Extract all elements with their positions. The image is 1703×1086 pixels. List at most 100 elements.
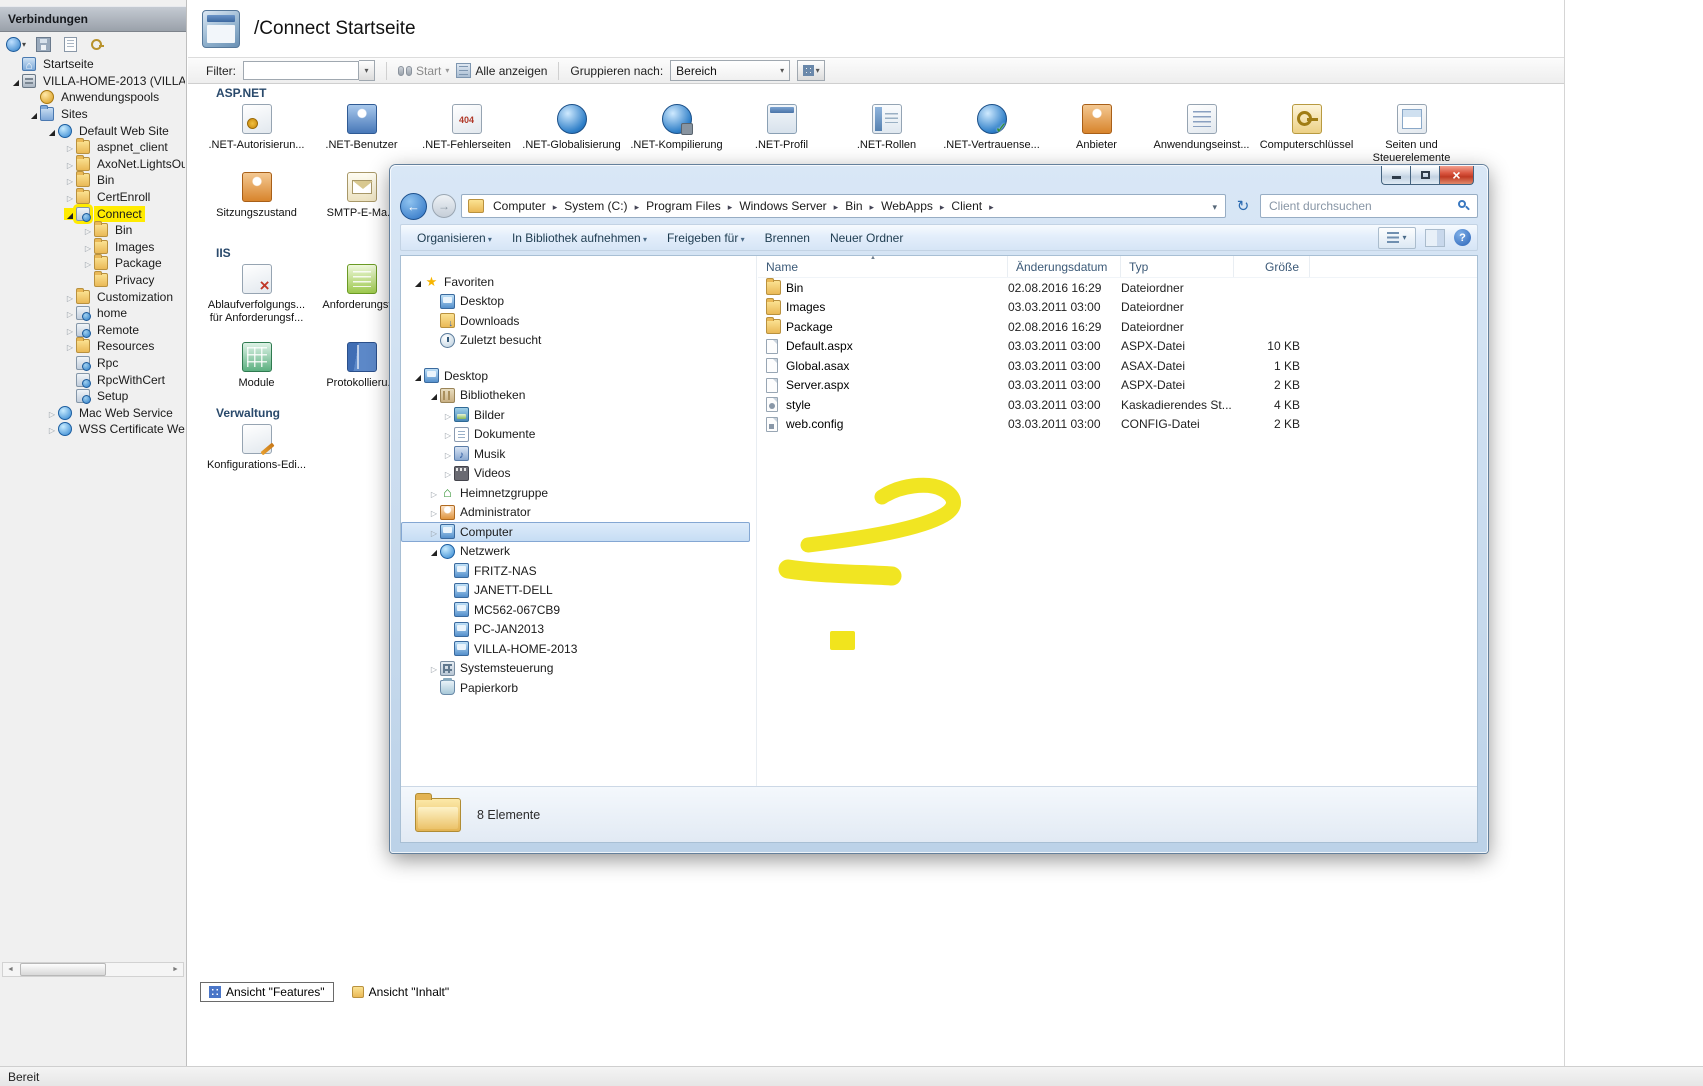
nav-item[interactable]: Dokumente <box>401 425 750 445</box>
show-all-button[interactable]: Alle anzeigen <box>456 63 547 78</box>
tree-item[interactable]: RpcWithCert <box>0 371 185 388</box>
tree-expand-arrow[interactable] <box>64 324 76 336</box>
nav-item[interactable]: Computer <box>401 522 750 542</box>
nav-expand-arrow[interactable] <box>428 389 440 401</box>
address-field[interactable]: Computer System (C:) Program Files Windo… <box>461 194 1226 218</box>
nav-item[interactable]: Desktop <box>401 292 750 312</box>
tree-item[interactable]: Sites <box>0 106 185 123</box>
tree-expand-arrow[interactable] <box>64 208 76 220</box>
nav-expand-arrow[interactable] <box>442 448 454 460</box>
tree-item[interactable]: Remote <box>0 322 185 339</box>
tree-expand-arrow[interactable] <box>82 224 94 236</box>
breadcrumb-chevron-icon[interactable] <box>726 199 735 213</box>
feature-item[interactable]: Konfigurations-Edi... <box>204 418 309 478</box>
address-dropdown-button[interactable] <box>1208 199 1221 213</box>
breadcrumb-segment[interactable]: System (C:) <box>559 197 641 215</box>
tree-item[interactable]: VILLA-HOME-2013 (VILLA-HO <box>0 73 185 90</box>
view-tab[interactable]: Ansicht "Inhalt" <box>344 983 458 1001</box>
breadcrumb-segment[interactable]: Computer <box>488 197 559 215</box>
tree-item[interactable]: Customization <box>0 288 185 305</box>
search-input[interactable] <box>1267 198 1458 214</box>
nav-expand-arrow[interactable] <box>428 487 440 499</box>
command-bar-button[interactable]: Organisieren <box>407 227 502 249</box>
refresh-button[interactable] <box>1231 194 1255 218</box>
tree-item[interactable]: Bin <box>0 222 185 239</box>
column-header-type[interactable]: Typ <box>1121 256 1234 277</box>
tree-expand-arrow[interactable] <box>46 125 58 137</box>
command-bar-button[interactable]: Freigeben für <box>657 227 755 249</box>
feature-item[interactable]: Sitzungszustand <box>204 166 309 226</box>
breadcrumb-chevron-icon[interactable] <box>868 199 877 213</box>
file-row[interactable]: Server.aspx 03.03.2011 03:00 ASPX-Datei … <box>758 376 1477 396</box>
tree-item[interactable]: CertEnroll <box>0 189 185 206</box>
minimize-button[interactable] <box>1381 166 1410 185</box>
nav-item[interactable]: Downloads <box>401 311 750 331</box>
breadcrumb-segment[interactable]: Client <box>946 197 995 215</box>
nav-item[interactable]: FRITZ-NAS <box>401 561 750 581</box>
change-view-button[interactable] <box>1378 227 1416 249</box>
breadcrumb-segment[interactable]: Program Files <box>641 197 734 215</box>
column-header-date[interactable]: Änderungsdatum <box>1008 256 1121 277</box>
feature-item[interactable]: Seiten und Steuerelemente <box>1359 98 1464 171</box>
nav-expand-arrow[interactable] <box>428 506 440 518</box>
tree-expand-arrow[interactable] <box>64 191 76 203</box>
command-bar-button[interactable]: In Bibliothek aufnehmen <box>502 227 657 249</box>
file-row[interactable]: web.config 03.03.2011 03:00 CONFIG-Datei… <box>758 415 1477 435</box>
tree-expand-arrow[interactable] <box>82 257 94 269</box>
column-header-name[interactable]: Name▲ <box>758 256 1008 277</box>
tree-expand-arrow[interactable] <box>64 307 76 319</box>
feature-item[interactable]: Anwendungseinst... <box>1149 98 1254 171</box>
breadcrumb-label[interactable]: Program Files <box>641 197 726 215</box>
tree-item[interactable]: home <box>0 305 185 322</box>
tree-item[interactable]: Rpc <box>0 355 185 372</box>
tree-item[interactable]: Startseite <box>0 56 185 73</box>
nav-item[interactable]: Bibliotheken <box>401 386 750 406</box>
nav-expand-arrow[interactable] <box>412 370 424 382</box>
breadcrumb-label[interactable]: WebApps <box>876 197 938 215</box>
save-connections-button[interactable] <box>31 34 55 54</box>
command-bar-button[interactable]: Brennen <box>755 227 820 249</box>
file-row[interactable]: Global.asax 03.03.2011 03:00 ASAX-Datei … <box>758 356 1477 376</box>
nav-item[interactable]: Systemsteuerung <box>401 659 750 679</box>
feature-item[interactable]: .NET-Fehlerseiten <box>414 98 519 171</box>
file-row[interactable]: style 03.03.2011 03:00 Kaskadierendes St… <box>758 395 1477 415</box>
tree-expand-arrow[interactable] <box>64 141 76 153</box>
breadcrumb-chevron-icon[interactable] <box>551 199 560 213</box>
breadcrumb-label[interactable]: Bin <box>840 197 867 215</box>
help-button[interactable] <box>1454 229 1471 246</box>
breadcrumb-chevron-icon[interactable] <box>938 199 947 213</box>
breadcrumb-chevron-icon[interactable] <box>832 199 841 213</box>
feature-item[interactable]: .NET-Kompilierung <box>624 98 729 171</box>
view-tab[interactable]: Ansicht "Features" <box>200 982 334 1002</box>
group-by-dropdown[interactable]: Bereich <box>670 60 790 81</box>
nav-expand-arrow[interactable] <box>442 409 454 421</box>
breadcrumb-label[interactable]: System (C:) <box>559 197 632 215</box>
nav-item[interactable]: PC-JAN2013 <box>401 620 750 640</box>
breadcrumb-segment[interactable]: WebApps <box>876 197 946 215</box>
feature-item[interactable]: .NET-Globalisierung <box>519 98 624 171</box>
tree-expand-arrow[interactable] <box>46 407 58 419</box>
feature-item[interactable]: .NET-Rollen <box>834 98 939 171</box>
tree-expand-arrow[interactable] <box>46 423 58 435</box>
feature-item[interactable]: .NET-Benutzer <box>309 98 414 171</box>
nav-item[interactable]: JANETT-DELL <box>401 581 750 601</box>
tree-item[interactable]: Images <box>0 239 185 256</box>
tree-item[interactable]: Connect <box>0 205 185 222</box>
feature-item[interactable]: Module <box>204 336 309 396</box>
delegation-button[interactable] <box>85 34 109 54</box>
tree-expand-arrow[interactable] <box>28 108 40 120</box>
breadcrumb-label[interactable]: Client <box>946 197 987 215</box>
nav-expand-arrow[interactable] <box>428 545 440 557</box>
nav-item[interactable]: Musik <box>401 444 750 464</box>
feature-item[interactable]: .NET-Vertrauense... <box>939 98 1044 171</box>
tree-item[interactable]: Privacy <box>0 272 185 289</box>
tree-item[interactable]: Default Web Site <box>0 122 185 139</box>
tree-expand-arrow[interactable] <box>10 75 22 87</box>
scroll-right-arrow-icon[interactable]: ► <box>168 966 183 973</box>
maximize-button[interactable] <box>1410 166 1439 185</box>
breadcrumb-chevron-icon[interactable] <box>987 199 996 213</box>
scrollbar-thumb[interactable] <box>20 963 106 976</box>
forward-button[interactable]: → <box>432 194 456 218</box>
nav-expand-arrow[interactable] <box>442 467 454 479</box>
tree-expand-arrow[interactable] <box>82 241 94 253</box>
